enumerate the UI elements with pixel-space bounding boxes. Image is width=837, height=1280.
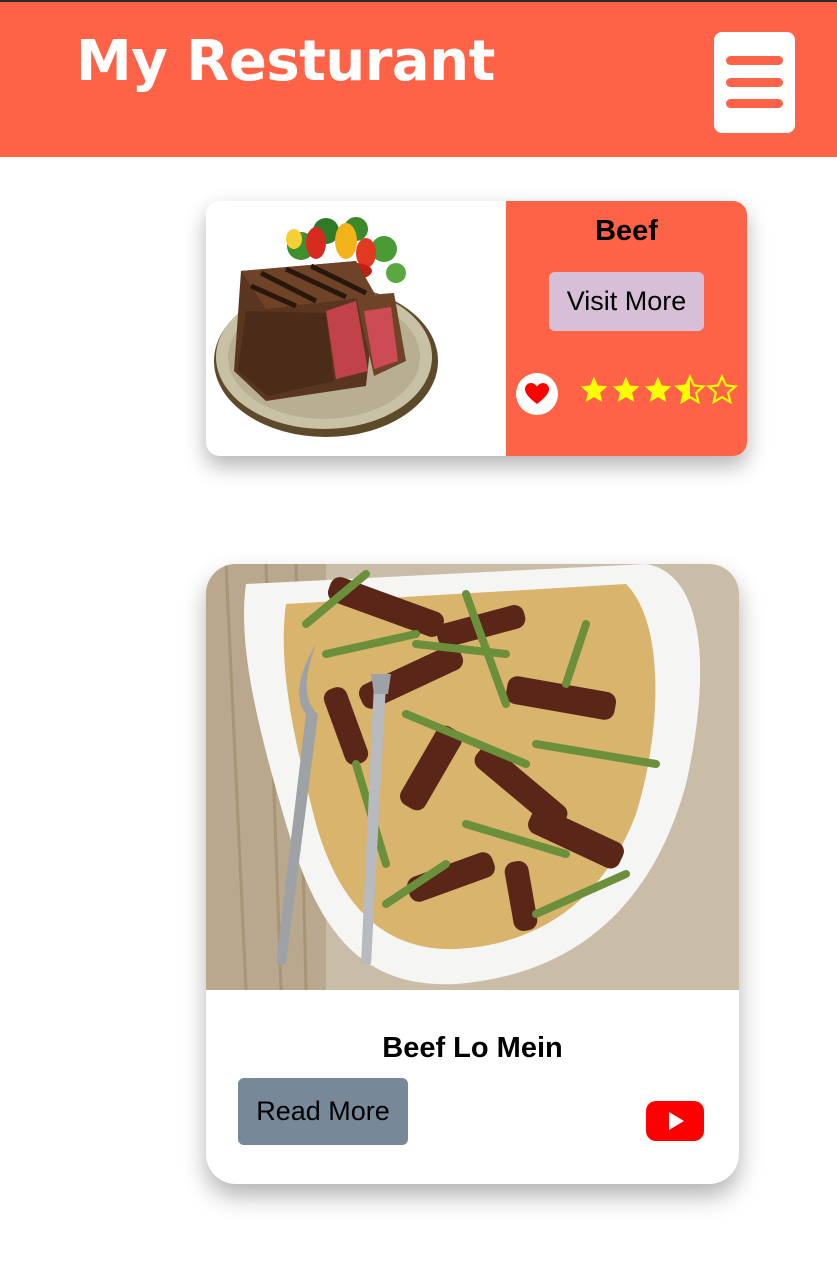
dish-title: Beef Lo Mein xyxy=(382,1032,563,1064)
dish-card-beef-lo-mein: Beef Lo Mein Read More xyxy=(206,564,739,1184)
star-full-icon xyxy=(644,376,672,402)
star-full-icon xyxy=(612,376,640,402)
star-empty-icon xyxy=(706,374,738,405)
dish-title: Beef xyxy=(595,215,658,247)
app-header: My Resturant xyxy=(0,0,837,157)
rating-stars xyxy=(578,373,738,413)
star-half-icon xyxy=(674,374,706,405)
dish-card-info: Beef Visit More xyxy=(506,201,747,456)
steak-plate-image xyxy=(206,201,506,456)
dish-card-beef: Beef Visit More xyxy=(206,201,747,456)
hamburger-menu-line xyxy=(726,78,783,87)
hamburger-menu-icon xyxy=(726,56,783,65)
youtube-icon[interactable] xyxy=(646,1101,704,1141)
brand-title: My Resturant xyxy=(76,29,495,94)
visit-more-button[interactable]: Visit More xyxy=(549,272,704,331)
menu-button[interactable] xyxy=(714,32,795,133)
hamburger-menu-line xyxy=(726,99,783,108)
read-more-button[interactable]: Read More xyxy=(238,1078,408,1145)
beef-lo-mein-image xyxy=(206,564,739,991)
star-full-icon xyxy=(580,376,608,402)
favorite-button[interactable] xyxy=(516,373,558,415)
heart-icon xyxy=(525,383,549,404)
